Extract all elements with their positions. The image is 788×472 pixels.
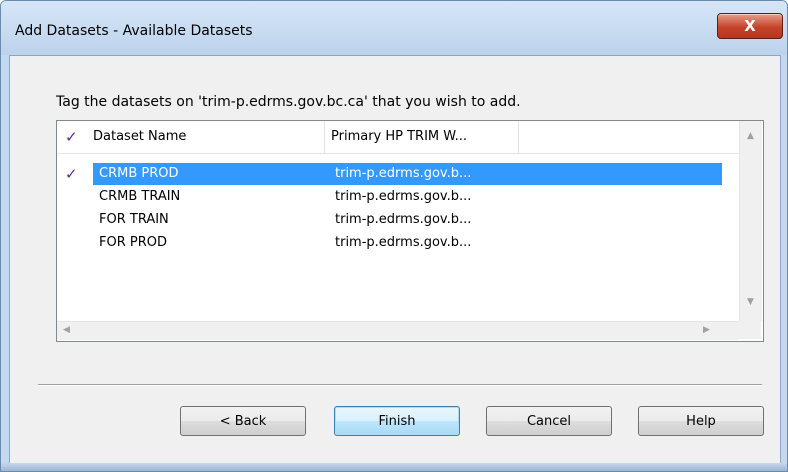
window-title: Add Datasets - Available Datasets <box>15 23 253 39</box>
column-header-primary-workgroup[interactable]: Primary HP TRIM W... <box>325 121 519 153</box>
close-button[interactable]: X <box>717 13 783 39</box>
horizontal-scrollbar[interactable]: ◀ ▶ <box>57 321 739 340</box>
dialog-window: Add Datasets - Available Datasets X Tag … <box>0 0 788 472</box>
vertical-scrollbar[interactable]: ▲ ▼ <box>739 121 762 321</box>
title-bar[interactable]: Add Datasets - Available Datasets X <box>1 1 787 55</box>
back-button[interactable]: < Back <box>180 406 306 436</box>
instruction-text: Tag the datasets on 'trim-p.edrms.gov.bc… <box>56 94 521 110</box>
column-header-label: Dataset Name <box>93 129 187 144</box>
column-header-dataset-name[interactable]: Dataset Name <box>87 121 325 153</box>
list-header: ✓ Dataset Name Primary HP TRIM W... <box>57 121 739 154</box>
dataset-server: trim-p.edrms.gov.b... <box>335 212 472 227</box>
scroll-down-icon[interactable]: ▼ <box>747 297 754 307</box>
scroll-up-icon[interactable]: ▲ <box>747 131 754 141</box>
finish-button[interactable]: Finish <box>334 406 460 436</box>
scrollbar-corner <box>739 321 761 339</box>
dataset-name: FOR PROD <box>99 235 167 250</box>
list-item[interactable]: CRMB TRAIN trim-p.edrms.gov.b... <box>57 186 723 208</box>
list-item[interactable]: ✓ CRMB PROD trim-p.edrms.gov.b... <box>57 163 723 185</box>
scroll-left-icon[interactable]: ◀ <box>63 325 70 335</box>
dialog-body: Tag the datasets on 'trim-p.edrms.gov.bc… <box>9 55 781 466</box>
help-button[interactable]: Help <box>638 406 764 436</box>
dataset-name: CRMB PROD <box>99 166 179 181</box>
scroll-right-icon[interactable]: ▶ <box>703 325 710 335</box>
list-item[interactable]: FOR TRAIN trim-p.edrms.gov.b... <box>57 209 723 231</box>
dataset-server: trim-p.edrms.gov.b... <box>335 189 472 204</box>
checkmark-icon[interactable]: ✓ <box>65 163 78 185</box>
dataset-list[interactable]: ✓ Dataset Name Primary HP TRIM W... ✓ CR… <box>56 120 764 342</box>
list-item[interactable]: FOR PROD trim-p.edrms.gov.b... <box>57 232 723 254</box>
dataset-server: trim-p.edrms.gov.b... <box>335 166 472 181</box>
window-bottom-frame <box>1 463 787 471</box>
dataset-name: FOR TRAIN <box>99 212 169 227</box>
separator-line <box>38 384 762 386</box>
column-header-label: Primary HP TRIM W... <box>331 129 468 144</box>
close-icon: X <box>744 17 756 35</box>
dataset-name: CRMB TRAIN <box>99 189 181 204</box>
header-check-icon[interactable]: ✓ <box>65 121 78 153</box>
dataset-server: trim-p.edrms.gov.b... <box>335 235 472 250</box>
cancel-button[interactable]: Cancel <box>486 406 612 436</box>
